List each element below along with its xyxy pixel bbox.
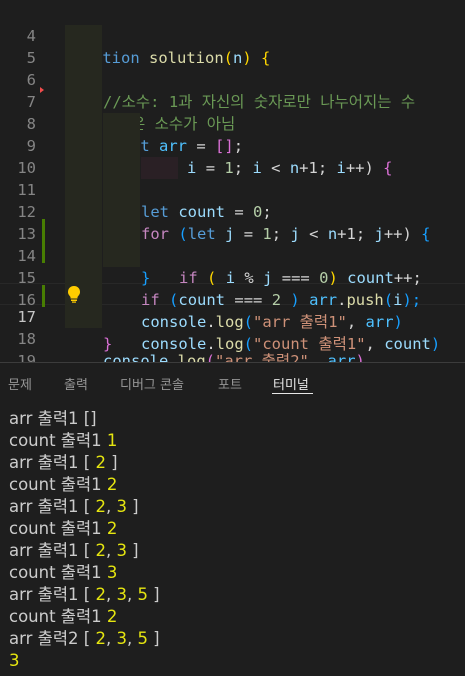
indent-guide [65, 179, 102, 201]
terminal-line: arr 출력1 [ 2, 3 ] [9, 496, 139, 518]
terminal-label: arr 출력1 [9, 409, 79, 428]
tab-terminal[interactable]: 터미널 [273, 374, 309, 393]
terminal-value: [ 2 ] [83, 453, 118, 472]
code-line: 15 console.log("count 출력1", count) [0, 245, 465, 353]
indent-guide [103, 113, 140, 135]
code-line: 19 } [0, 328, 465, 362]
terminal-label: count 출력1 [9, 475, 102, 494]
terminal-value: 3 [9, 651, 20, 670]
terminal-line: 3 [9, 650, 20, 672]
code-line: 12 } [0, 179, 465, 287]
terminal-line: count 출력1 3 [9, 562, 117, 584]
code-line: 14 console.log("arr 출력1", arr) [0, 223, 465, 331]
terminal-label: count 출력1 [9, 563, 102, 582]
code-editor[interactable]: 4 function solution(n) { 5 //소수: 1과 자신의 … [0, 0, 465, 362]
code-line: 8 for (let i = 1; i < n+1; i++) { [0, 91, 465, 177]
code-line: 13 if (count === 2 ) arr.push(i); [0, 201, 465, 309]
terminal-label: arr 출력1 [9, 453, 79, 472]
code-line: 9 let count = 0; [0, 113, 465, 221]
indent-guide [65, 223, 102, 245]
terminal-value: 2 [106, 475, 118, 494]
panel-tabs: 문제 출력 디버그 콘솔 포트 터미널 [0, 363, 465, 403]
indent-guide [65, 245, 102, 267]
indent-guide [65, 47, 102, 69]
indent-guide [65, 113, 102, 135]
terminal-line: count 출력1 2 [9, 474, 117, 496]
indent-guide [103, 135, 140, 157]
terminal-label: arr 출력1 [9, 497, 79, 516]
tab-ports[interactable]: 포트 [218, 374, 242, 393]
indent-guide [103, 245, 140, 267]
terminal-value: 2 [106, 607, 118, 626]
code-line: 11 if ( i % j === 0) count++; [0, 157, 465, 287]
indent-guide [65, 201, 102, 223]
terminal-value: [ 2, 3, 5 ] [83, 585, 160, 604]
indent-guide [65, 306, 102, 328]
terminal-value: [] [83, 409, 97, 428]
indent-guide [65, 25, 102, 47]
tab-debug-console[interactable]: 디버그 콘솔 [120, 374, 184, 393]
code-line: 10 for (let j = 1; j < n+1; j++) { [0, 135, 465, 243]
terminal-value: 2 [106, 519, 118, 538]
terminal-value: [ 2, 3 ] [83, 541, 139, 560]
terminal-label: arr 출력2 [9, 629, 79, 648]
indent-guide [103, 201, 140, 223]
indent-guide [103, 157, 140, 179]
terminal-value: 3 [106, 563, 118, 582]
indent-guide [65, 135, 102, 157]
terminal-line: count 출력1 2 [9, 606, 117, 628]
indent-guide [65, 91, 102, 113]
terminal-line: arr 출력1 [ 2, 3 ] [9, 540, 139, 562]
terminal-label: count 출력1 [9, 607, 102, 626]
code-line: 18 return arr.length; [0, 306, 465, 348]
terminal-line: arr 출력2 [ 2, 3, 5 ] [9, 628, 160, 650]
terminal-line: count 출력1 1 [9, 430, 117, 452]
terminal-label: arr 출력1 [9, 585, 79, 604]
code-line: 6 //1은 소수가 아님 [0, 47, 465, 133]
terminal-line: count 출력1 2 [9, 518, 117, 540]
terminal-label: count 출력1 [9, 519, 102, 538]
terminal-value: [ 2, 3, 5 ] [83, 629, 160, 648]
code-line: 5 //소수: 1과 자신의 숫자로만 나누어지는 수 [0, 25, 465, 111]
terminal-line: arr 출력1 [ 2, 3, 5 ] [9, 584, 160, 606]
terminal-line: arr 출력1 [] [9, 408, 97, 430]
code-line: 7 const arr = []; [0, 69, 465, 155]
terminal-label: count 출력1 [9, 431, 102, 450]
terminal-value: [ 2, 3 ] [83, 497, 139, 516]
indent-guide [141, 157, 178, 179]
terminal-label: arr 출력1 [9, 541, 79, 560]
terminal-value: 1 [106, 431, 118, 450]
tab-output[interactable]: 출력 [64, 374, 88, 393]
indent-guide [103, 179, 140, 201]
indent-guide [65, 157, 102, 179]
tab-problems[interactable]: 문제 [8, 374, 32, 393]
indent-guide [103, 223, 140, 245]
terminal-output[interactable]: arr 출력1 [] count 출력1 1 arr 출력1 [ 2 ] cou… [0, 403, 465, 676]
active-tab-indicator [272, 393, 313, 394]
code-line: 4 function solution(n) { [0, 3, 465, 67]
terminal-line: arr 출력1 [ 2 ] [9, 452, 118, 474]
lightbulb-icon[interactable] [66, 285, 82, 303]
code-line: 20 [0, 350, 465, 362]
indent-guide [65, 69, 102, 91]
